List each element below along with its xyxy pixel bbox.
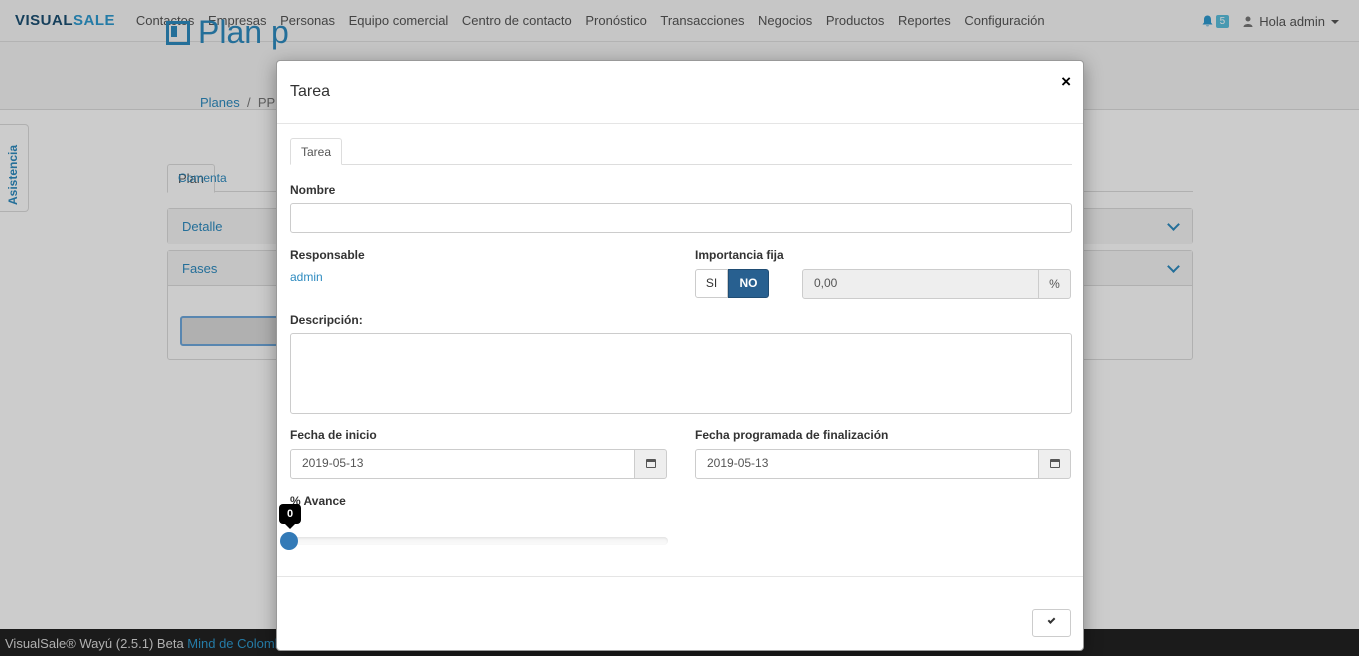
- importancia-toggle: SI NO: [695, 269, 769, 298]
- fecha-fin-label: Fecha programada de finalización: [695, 428, 889, 442]
- fecha-inicio-input[interactable]: 2019-05-13: [290, 449, 635, 479]
- calendar-icon: [645, 459, 656, 468]
- toggle-no-button[interactable]: NO: [728, 269, 769, 298]
- nombre-input[interactable]: [290, 203, 1072, 233]
- descripcion-label: Descripción:: [290, 313, 363, 327]
- close-icon[interactable]: ×: [1061, 72, 1071, 92]
- save-button[interactable]: [1032, 609, 1071, 637]
- tab-tarea[interactable]: Tarea: [290, 138, 343, 165]
- fecha-fin-calendar-button[interactable]: [1038, 449, 1071, 479]
- fecha-inicio-calendar-button[interactable]: [634, 449, 667, 479]
- modal-header: Tarea ×: [277, 61, 1083, 124]
- importancia-input[interactable]: 0,00: [802, 269, 1039, 299]
- avance-slider-track[interactable]: [290, 537, 668, 545]
- responsable-link[interactable]: admin: [290, 270, 323, 284]
- avance-slider-handle[interactable]: [280, 532, 298, 550]
- avance-slider-tooltip: 0: [279, 504, 301, 529]
- check-icon: [1047, 616, 1056, 624]
- toggle-si-button[interactable]: SI: [695, 269, 728, 298]
- fecha-fin-input[interactable]: 2019-05-13: [695, 449, 1040, 479]
- descripcion-textarea[interactable]: [290, 333, 1072, 414]
- importancia-label: Importancia fija: [695, 248, 784, 262]
- percent-addon: %: [1038, 269, 1071, 299]
- task-modal: Tarea × Tarea Nombre Responsable admin I…: [276, 60, 1084, 651]
- calendar-icon: [1049, 459, 1060, 468]
- modal-footer: [277, 576, 1083, 652]
- nombre-label: Nombre: [290, 183, 336, 197]
- modal-title: Tarea: [290, 83, 331, 100]
- responsable-label: Responsable: [290, 248, 365, 262]
- fecha-inicio-label: Fecha de inicio: [290, 428, 377, 442]
- modal-tabs: Tarea: [290, 138, 1072, 165]
